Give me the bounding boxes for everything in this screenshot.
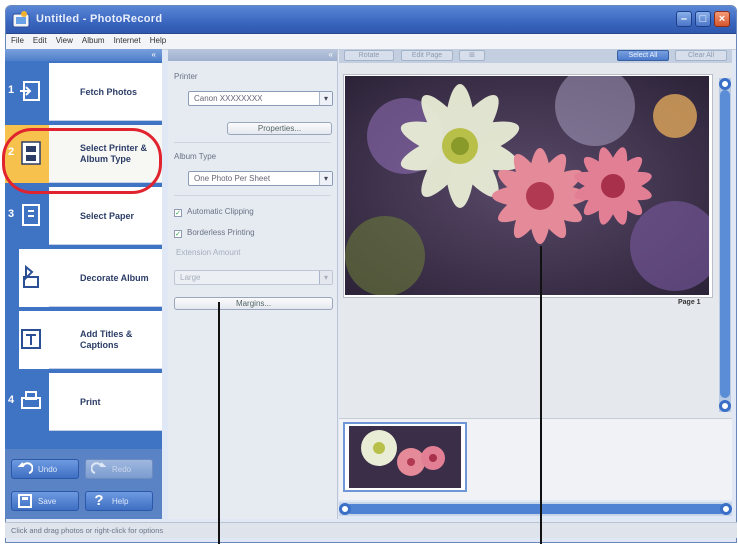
scroll-left-icon[interactable] [339,503,351,515]
save-icon [18,494,32,508]
titles-icon [21,329,41,349]
close-button[interactable]: × [714,11,730,27]
step-decorate-album[interactable]: Decorate Album [5,249,162,307]
print-icon [21,391,41,409]
scroll-thumb[interactable] [720,90,730,398]
menu-album[interactable]: Album [77,34,109,45]
step-add-titles[interactable]: Add Titles & Captions [5,311,162,369]
minimize-icon: – [680,13,688,25]
automatic-clipping-checkbox[interactable]: ✓ Automatic Clipping [174,207,254,217]
extension-value: Large [180,273,201,282]
printer-dropdown[interactable]: Canon XXXXXXXX ▾ [188,91,333,106]
step-number: 1 [8,84,15,96]
zoom-icon: ⊞ [469,52,475,59]
edit-page-button[interactable]: Edit Page [401,50,453,61]
help-label: Help [112,497,129,506]
callout-line [218,302,220,544]
checkbox-checked-icon: ✓ [174,209,182,217]
step-number: 3 [8,208,15,220]
menu-file[interactable]: File [6,34,28,45]
select-all-button[interactable]: Select All [617,50,669,61]
chevron-down-icon: ▾ [319,172,332,185]
step-label: Decorate Album [80,272,149,283]
checkbox-checked-icon: ✓ [174,230,182,238]
fetch-photos-icon [20,81,40,101]
scroll-thumb[interactable] [345,504,726,514]
step-label: Add Titles & Captions [80,329,133,350]
decorate-icon [23,264,39,288]
window-title: Untitled - PhotoRecord [36,13,163,25]
highlight-ring [2,128,162,194]
extension-dropdown[interactable]: Large ▾ [174,270,333,285]
callout-line [540,246,542,544]
bottom-button-area: Undo Redo Save ? Help [5,449,162,519]
automatic-clipping-label: Automatic Clipping [187,207,254,216]
chevron-down-icon: ▾ [319,271,332,284]
scroll-down-icon[interactable] [719,400,731,412]
redo-button[interactable]: Redo [85,459,153,479]
settings-header: « [168,49,337,61]
flower-photo[interactable] [345,76,709,295]
collapse-icon[interactable]: « [329,50,333,59]
extension-label: Extension Amount [176,248,241,257]
save-label: Save [38,497,57,506]
menu-internet[interactable]: Internet [109,34,145,45]
status-bar: Click and drag photos or right-click for… [5,522,737,538]
printer-value: Canon XXXXXXXX [194,94,263,103]
vertical-scrollbar[interactable] [719,78,731,412]
chevron-down-icon: ▾ [319,92,332,105]
album-type-label: Album Type [174,152,217,161]
step-label: Fetch Photos [80,86,138,97]
preview-toolbar: Rotate Edit Page ⊞ Select All Clear All [339,49,732,63]
thumbnail-photo[interactable] [349,426,461,488]
scroll-up-icon[interactable] [719,78,731,90]
status-text: Click and drag photos or right-click for… [11,526,164,535]
step-select-paper[interactable]: 3 Select Paper [5,187,162,245]
save-button[interactable]: Save [11,491,79,511]
step-panel-header: « [5,49,162,61]
zoom-button[interactable]: ⊞ [459,50,485,61]
scroll-right-icon[interactable] [720,503,732,515]
page-label: Page 1 [678,299,701,306]
app-icon [12,11,30,28]
album-type-value: One Photo Per Sheet [194,174,271,183]
horizontal-scrollbar[interactable] [339,502,732,516]
undo-label: Undo [38,465,58,474]
maximize-button[interactable]: □ [695,11,711,27]
clear-all-button[interactable]: Clear All [675,50,727,61]
margins-button[interactable]: Margins... [174,297,333,310]
paper-icon [22,204,40,226]
redo-label: Redo [112,465,132,474]
help-icon: ? [94,492,104,509]
close-icon: × [718,13,726,25]
borderless-printing-label: Borderless Printing [187,228,255,237]
step-label: Select Paper [80,210,135,221]
undo-icon [17,462,33,474]
menu-edit[interactable]: Edit [28,34,51,45]
step-number: 4 [8,394,15,406]
album-type-dropdown[interactable]: One Photo Per Sheet ▾ [188,171,333,186]
undo-button[interactable]: Undo [11,459,79,479]
redo-icon [91,462,107,474]
divider [174,195,331,196]
step-print[interactable]: 4 Print [5,373,162,431]
divider [174,142,331,143]
step-label: Print [80,396,101,407]
title-bar: Untitled - PhotoRecord – □ × [6,6,736,34]
rotate-button[interactable]: Rotate [344,50,394,61]
menu-bar: File Edit View Album Internet Help [6,34,736,50]
properties-button[interactable]: Properties... [227,122,332,135]
minimize-button[interactable]: – [676,11,692,27]
step-panel: « 1 Fetch Photos 2 Select Printer & Albu… [5,49,162,449]
printer-label: Printer [174,72,198,81]
step-fetch-photos[interactable]: 1 Fetch Photos [5,63,162,121]
borderless-printing-checkbox[interactable]: ✓ Borderless Printing [174,228,255,238]
maximize-icon: □ [699,13,707,25]
settings-panel: « Printer Canon XXXXXXXX ▾ Properties...… [168,49,338,519]
menu-help[interactable]: Help [145,34,170,45]
collapse-icon[interactable]: « [152,50,156,59]
menu-view[interactable]: View [51,34,77,45]
help-button[interactable]: ? Help [85,491,153,511]
